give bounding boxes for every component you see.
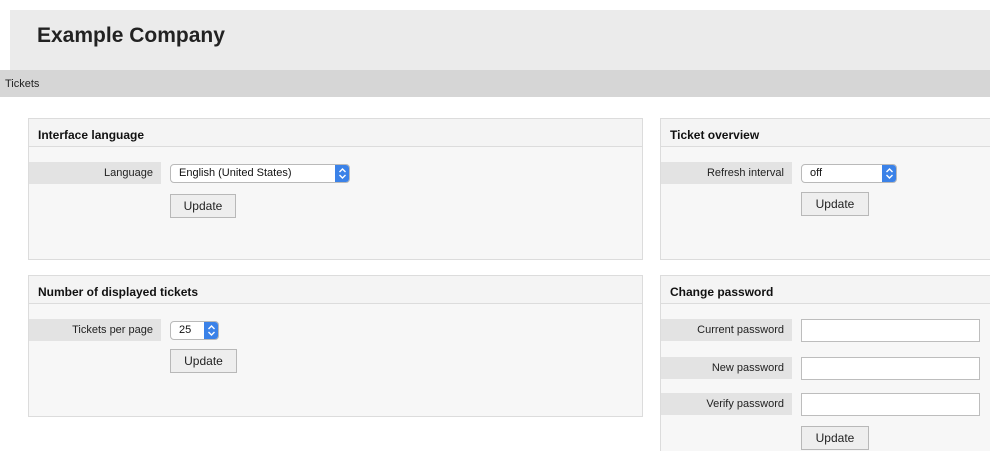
change-password-update-button[interactable]: Update [801,426,869,450]
chevron-updown-icon [204,322,218,339]
ticket-overview-update-button[interactable]: Update [801,192,869,216]
refresh-interval-label: Refresh interval [661,162,792,184]
interface-language-panel: Interface language Language English (Uni… [28,118,643,260]
language-select-value: English (United States) [179,167,292,179]
language-select[interactable]: English (United States) [170,164,350,183]
chevron-updown-icon [335,165,349,182]
new-password-field[interactable] [801,357,980,380]
ticket-overview-panel: Ticket overview Refresh interval off Upd… [660,118,990,260]
company-name: Example Company [37,24,225,47]
current-password-field[interactable] [801,319,980,342]
interface-language-update-button[interactable]: Update [170,194,236,218]
tickets-per-page-value: 25 [179,324,192,336]
new-password-label: New password [661,357,792,379]
verify-password-label: Verify password [661,393,792,415]
verify-password-field[interactable] [801,393,980,416]
refresh-interval-value: off [810,167,823,179]
tickets-per-page-label: Tickets per page [29,319,161,341]
chevron-updown-icon [882,165,896,182]
displayed-tickets-update-button[interactable]: Update [170,349,237,373]
ticket-overview-title: Ticket overview [661,119,990,147]
change-password-title: Change password [661,276,990,304]
language-label: Language [29,162,161,184]
current-password-label: Current password [661,319,792,341]
interface-language-title: Interface language [29,119,642,147]
change-password-panel: Change password Current password New pas… [660,275,990,451]
refresh-interval-select[interactable]: off [801,164,897,183]
displayed-tickets-title: Number of displayed tickets [29,276,642,304]
displayed-tickets-panel: Number of displayed tickets Tickets per … [28,275,643,417]
nav-item-tickets[interactable]: Tickets [5,78,39,90]
nav-bar: Tickets [0,70,990,97]
app-header: Example Company [10,10,990,70]
tickets-per-page-select[interactable]: 25 [170,321,219,340]
